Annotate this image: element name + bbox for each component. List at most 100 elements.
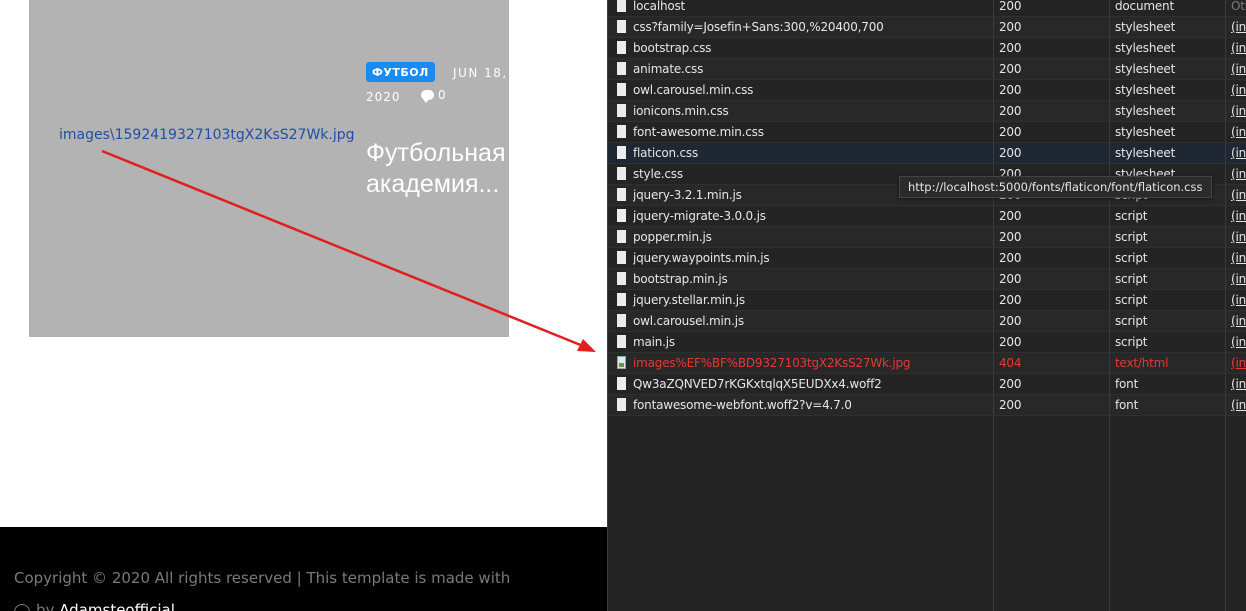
network-row[interactable]: css?family=Josefin+Sans:300,%20400,700 20… xyxy=(608,17,1246,38)
network-name-cell: bootstrap.css xyxy=(633,41,712,55)
broken-image-icon xyxy=(617,356,626,369)
network-row[interactable]: popper.min.js 200 script (ind xyxy=(608,227,1246,248)
network-row[interactable]: Qw3aZQNVED7rKGKxtqlqX5EUDXx4.woff2 200 fon… xyxy=(608,374,1246,395)
network-initiator-cell[interactable]: (ind xyxy=(1231,251,1246,265)
network-status-cell: 200 xyxy=(999,314,1022,328)
network-type-cell: stylesheet xyxy=(1115,125,1176,139)
network-initiator-cell[interactable]: (ind xyxy=(1231,104,1246,118)
network-name-cell: owl.carousel.min.css xyxy=(633,83,754,97)
network-status-cell: 200 xyxy=(999,0,1022,13)
network-name-cell: localhost xyxy=(633,0,686,13)
network-initiator-cell[interactable]: (ind xyxy=(1231,335,1246,349)
network-row[interactable]: ionicons.min.css 200 stylesheet (ind xyxy=(608,101,1246,122)
file-icon xyxy=(617,251,626,264)
network-row[interactable]: images%EF%BF%BD9327103tgX2KsS27Wk.jpg 404… xyxy=(608,353,1246,374)
file-icon xyxy=(617,83,626,96)
webpage-viewport: images\1592419327103tgX2KsS27Wk.jpg ФУТБ… xyxy=(0,0,607,611)
file-icon xyxy=(617,188,626,201)
network-status-cell: 200 xyxy=(999,62,1022,76)
network-type-cell: stylesheet xyxy=(1115,41,1176,55)
network-name-cell: Qw3aZQNVED7rKGKxtqlqX5EUDXx4.woff2 xyxy=(633,377,882,391)
network-name-cell: jquery.stellar.min.js xyxy=(633,293,745,307)
network-row[interactable]: font-awesome.min.css 200 stylesheet (ind xyxy=(608,122,1246,143)
network-row[interactable]: main.js 200 script (ind xyxy=(608,332,1246,353)
file-icon xyxy=(617,41,626,54)
network-initiator-cell[interactable]: (ind xyxy=(1231,293,1246,307)
file-icon xyxy=(617,314,626,327)
network-type-cell: font xyxy=(1115,377,1139,391)
post-title-line1: Футбольная xyxy=(366,139,506,167)
network-initiator-cell[interactable]: (ind xyxy=(1231,188,1246,202)
file-icon xyxy=(617,377,626,390)
network-type-cell: stylesheet xyxy=(1115,104,1176,118)
network-initiator-cell[interactable]: (ind xyxy=(1231,398,1246,412)
network-initiator-cell[interactable]: (ind xyxy=(1231,356,1246,370)
network-initiator-cell[interactable]: (ind xyxy=(1231,377,1246,391)
comment-count: 0 xyxy=(438,88,446,102)
network-initiator-cell[interactable]: (ind xyxy=(1231,167,1246,181)
network-initiator-cell[interactable]: (ind xyxy=(1231,125,1246,139)
network-status-cell: 200 xyxy=(999,83,1022,97)
network-type-cell: script xyxy=(1115,272,1148,286)
network-name-cell: jquery.waypoints.min.js xyxy=(633,251,770,265)
broken-image-alt-text: images\1592419327103tgX2KsS27Wk.jpg xyxy=(59,127,355,143)
network-initiator-cell[interactable]: (ind xyxy=(1231,209,1246,223)
network-name-cell: main.js xyxy=(633,335,675,349)
network-type-cell: script xyxy=(1115,335,1148,349)
network-row[interactable]: owl.carousel.min.js 200 script (ind xyxy=(608,311,1246,332)
heart-icon xyxy=(14,603,30,611)
network-row[interactable]: fontawesome-webfont.woff2?v=4.7.0 200 font… xyxy=(608,395,1246,416)
network-row[interactable]: jquery.stellar.min.js 200 script (ind xyxy=(608,290,1246,311)
network-type-cell: document xyxy=(1115,0,1174,13)
site-footer: Copyright © 2020 All rights reserved | T… xyxy=(0,527,607,611)
network-initiator-cell[interactable]: (ind xyxy=(1231,146,1246,160)
network-type-cell: script xyxy=(1115,209,1148,223)
post-title-link[interactable]: Футбольная академия... xyxy=(366,138,606,200)
network-row[interactable]: bootstrap.min.js 200 script (ind xyxy=(608,269,1246,290)
network-status-cell: 200 xyxy=(999,251,1022,265)
network-type-cell: script xyxy=(1115,293,1148,307)
network-name-cell: jquery-migrate-3.0.0.js xyxy=(633,209,766,223)
network-initiator-cell[interactable]: (ind xyxy=(1231,20,1246,34)
column-divider-type[interactable] xyxy=(1109,0,1110,611)
comment-icon xyxy=(421,90,434,103)
file-icon xyxy=(617,125,626,138)
footer-author-link[interactable]: Adamsteofficial xyxy=(59,601,175,611)
network-name-cell: fontawesome-webfont.woff2?v=4.7.0 xyxy=(633,398,852,412)
network-name-cell: owl.carousel.min.js xyxy=(633,314,744,328)
column-divider-initiator[interactable] xyxy=(1225,0,1226,611)
network-initiator-cell[interactable]: (ind xyxy=(1231,83,1246,97)
network-initiator-cell[interactable]: (ind xyxy=(1231,62,1246,76)
network-row[interactable]: bootstrap.css 200 stylesheet (ind xyxy=(608,38,1246,59)
network-status-cell: 200 xyxy=(999,398,1022,412)
network-row[interactable]: flaticon.css 200 stylesheet (ind xyxy=(608,143,1246,164)
network-status-cell: 200 xyxy=(999,125,1022,139)
network-row[interactable]: localhost 200 document Oth xyxy=(608,0,1246,17)
network-status-cell: 200 xyxy=(999,146,1022,160)
network-type-cell: stylesheet xyxy=(1115,83,1176,97)
column-divider-status[interactable] xyxy=(993,0,994,611)
request-url-tooltip: http://localhost:5000/fonts/flaticon/fon… xyxy=(899,176,1212,198)
post-date-month-day[interactable]: JUN 18, xyxy=(453,66,508,80)
network-row[interactable]: animate.css 200 stylesheet (ind xyxy=(608,59,1246,80)
network-name-cell: css?family=Josefin+Sans:300,%20400,700 xyxy=(633,20,884,34)
post-date-year[interactable]: 2020 xyxy=(366,90,401,104)
network-status-cell: 200 xyxy=(999,20,1022,34)
network-status-cell: 200 xyxy=(999,41,1022,55)
network-initiator-cell[interactable]: Oth xyxy=(1231,0,1246,13)
network-status-cell: 404 xyxy=(999,356,1022,370)
network-row[interactable]: jquery-migrate-3.0.0.js 200 script (ind xyxy=(608,206,1246,227)
network-initiator-cell[interactable]: (ind xyxy=(1231,314,1246,328)
network-initiator-cell[interactable]: (ind xyxy=(1231,230,1246,244)
network-status-cell: 200 xyxy=(999,104,1022,118)
network-type-cell: font xyxy=(1115,398,1139,412)
network-row[interactable]: jquery.waypoints.min.js 200 script (ind xyxy=(608,248,1246,269)
category-badge[interactable]: ФУТБОЛ xyxy=(366,61,435,82)
network-initiator-cell[interactable]: (ind xyxy=(1231,272,1246,286)
network-initiator-cell[interactable]: (ind xyxy=(1231,41,1246,55)
comment-count-link[interactable]: 0 xyxy=(421,88,446,103)
file-icon xyxy=(617,62,626,75)
file-icon xyxy=(617,209,626,222)
network-name-cell: bootstrap.min.js xyxy=(633,272,728,286)
network-row[interactable]: owl.carousel.min.css 200 stylesheet (ind xyxy=(608,80,1246,101)
